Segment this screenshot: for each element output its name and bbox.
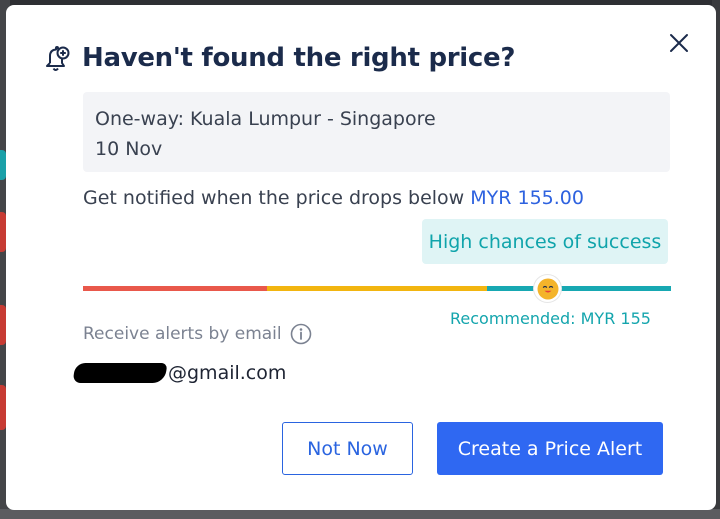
price-range-high xyxy=(487,286,671,291)
close-icon xyxy=(670,34,688,52)
not-now-button[interactable]: Not Now xyxy=(282,422,413,475)
price-slider-handle[interactable] xyxy=(534,275,561,302)
email-address: @gmail.com xyxy=(72,362,287,384)
success-tooltip: High chances of success xyxy=(422,219,668,264)
email-alert-text: Receive alerts by email xyxy=(83,324,282,344)
bell-plus-icon xyxy=(46,46,70,71)
email-domain: @gmail.com xyxy=(168,362,287,384)
redacted-email-username xyxy=(72,363,168,383)
email-alert-label: Receive alerts by email xyxy=(83,323,312,345)
route-date: 10 Nov xyxy=(95,138,163,160)
route-summary: One-way: Kuala Lumpur - Singapore 10 Nov xyxy=(83,92,670,172)
create-price-alert-button[interactable]: Create a Price Alert xyxy=(437,422,663,475)
background-page-bottom xyxy=(0,509,720,519)
price-alert-dialog: Haven't found the right price? One-way: … xyxy=(6,5,716,510)
close-button[interactable] xyxy=(668,32,690,54)
notify-label: Get notified when the price drops below xyxy=(83,187,471,209)
route-description: One-way: Kuala Lumpur - Singapore xyxy=(95,108,436,130)
info-icon[interactable] xyxy=(290,323,312,345)
recommended-price: Recommended: MYR 155 xyxy=(450,309,651,328)
price-range-low xyxy=(83,286,267,291)
smiley-face-icon xyxy=(537,278,558,299)
notify-text: Get notified when the price drops below … xyxy=(83,187,584,209)
dialog-title: Haven't found the right price? xyxy=(82,43,516,73)
dialog-header: Haven't found the right price? xyxy=(42,43,515,73)
price-range-mid xyxy=(267,286,487,291)
target-price: MYR 155.00 xyxy=(470,187,584,209)
